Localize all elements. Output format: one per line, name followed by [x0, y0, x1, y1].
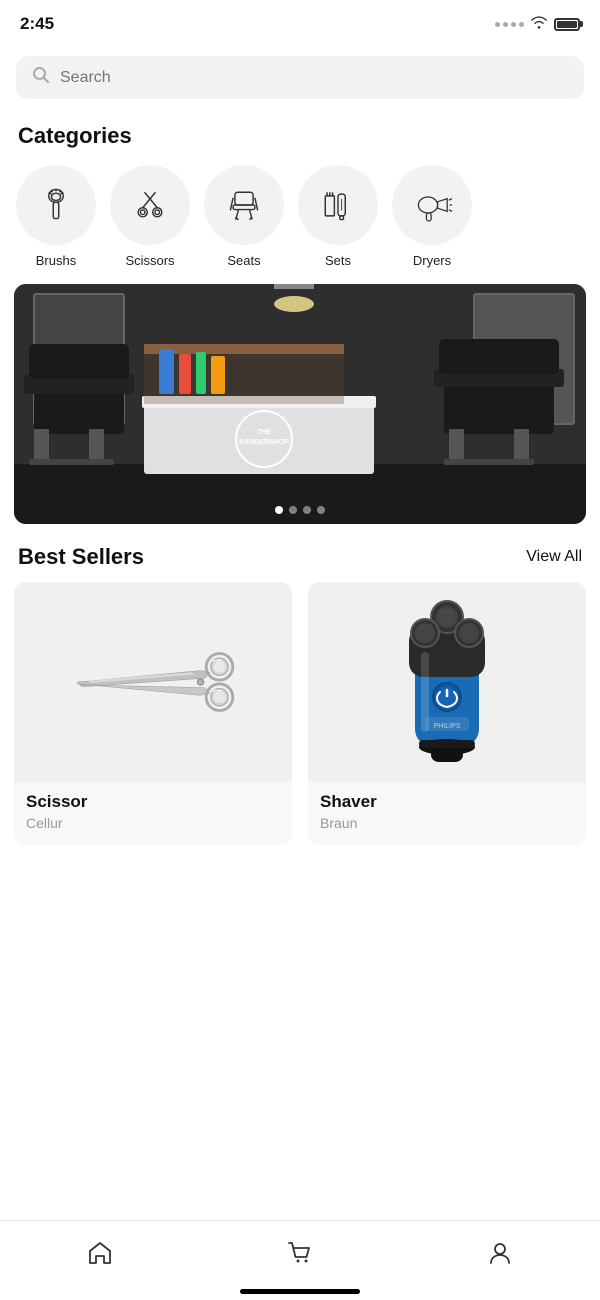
product-name-shaver: Shaver: [320, 792, 574, 812]
category-brushes[interactable]: Brushs: [16, 165, 96, 268]
category-dryers[interactable]: Dryers: [392, 165, 472, 268]
barbershop-banner: THE BARBERSHOP: [14, 284, 586, 524]
search-icon: [32, 66, 50, 89]
banner-dot-4: [317, 506, 325, 514]
profile-icon: [486, 1239, 514, 1272]
nav-cart[interactable]: [266, 1233, 334, 1278]
category-seats-circle: [204, 165, 284, 245]
search-input[interactable]: [60, 69, 568, 87]
category-brushes-label: Brushs: [36, 253, 76, 268]
nav-home[interactable]: [66, 1233, 134, 1278]
products-grid: Scissor Cellur: [0, 582, 600, 865]
banner-dot-1: [275, 506, 283, 514]
wifi-icon: [530, 15, 548, 34]
home-icon: [86, 1239, 114, 1272]
product-name-scissor: Scissor: [26, 792, 280, 812]
product-brand-scissor: Cellur: [26, 815, 280, 831]
banner-container: THE BARBERSHOP: [14, 284, 586, 524]
product-brand-shaver: Braun: [320, 815, 574, 831]
banner-dots: [275, 506, 325, 514]
cart-icon: [286, 1239, 314, 1272]
category-brushes-circle: [16, 165, 96, 245]
product-image-scissor: [14, 582, 292, 782]
product-image-shaver: PHILIPS: [308, 582, 586, 782]
search-container: [0, 44, 600, 107]
product-card-scissor[interactable]: Scissor Cellur: [14, 582, 292, 845]
category-sets[interactable]: Sets: [298, 165, 378, 268]
category-dryers-label: Dryers: [413, 253, 451, 268]
battery-icon: [554, 18, 580, 31]
svg-text:PHILIPS: PHILIPS: [434, 723, 461, 730]
category-sets-label: Sets: [325, 253, 351, 268]
best-sellers-title: Best Sellers: [18, 544, 144, 570]
status-icons: [495, 15, 580, 34]
banner-dot-3: [303, 506, 311, 514]
best-sellers-header: Best Sellers View All: [0, 524, 600, 582]
product-info-shaver: Shaver Braun: [308, 782, 586, 845]
category-scissors[interactable]: Scissors: [110, 165, 190, 268]
view-all-button[interactable]: View All: [526, 548, 582, 566]
categories-section: Categories Brushs: [0, 107, 600, 284]
signal-dots-icon: [495, 22, 524, 27]
bottom-nav: [0, 1220, 600, 1300]
nav-profile[interactable]: [466, 1233, 534, 1278]
category-scissors-circle: [110, 165, 190, 245]
categories-row: Brushs Scissors: [0, 161, 600, 284]
product-info-scissor: Scissor Cellur: [14, 782, 292, 845]
category-seats-label: Seats: [227, 253, 260, 268]
search-bar[interactable]: [16, 56, 584, 99]
category-dryers-circle: [392, 165, 472, 245]
status-bar: 2:45: [0, 0, 600, 44]
status-time: 2:45: [20, 14, 54, 34]
home-bar-indicator: [240, 1289, 360, 1294]
category-scissors-label: Scissors: [125, 253, 174, 268]
banner-dot-2: [289, 506, 297, 514]
category-sets-circle: [298, 165, 378, 245]
svg-text:THE: THE: [257, 429, 271, 436]
svg-text:BARBERSHOP: BARBERSHOP: [239, 439, 289, 446]
product-card-shaver[interactable]: PHILIPS Shaver Braun: [308, 582, 586, 845]
category-seats[interactable]: Seats: [204, 165, 284, 268]
categories-title: Categories: [0, 107, 600, 161]
